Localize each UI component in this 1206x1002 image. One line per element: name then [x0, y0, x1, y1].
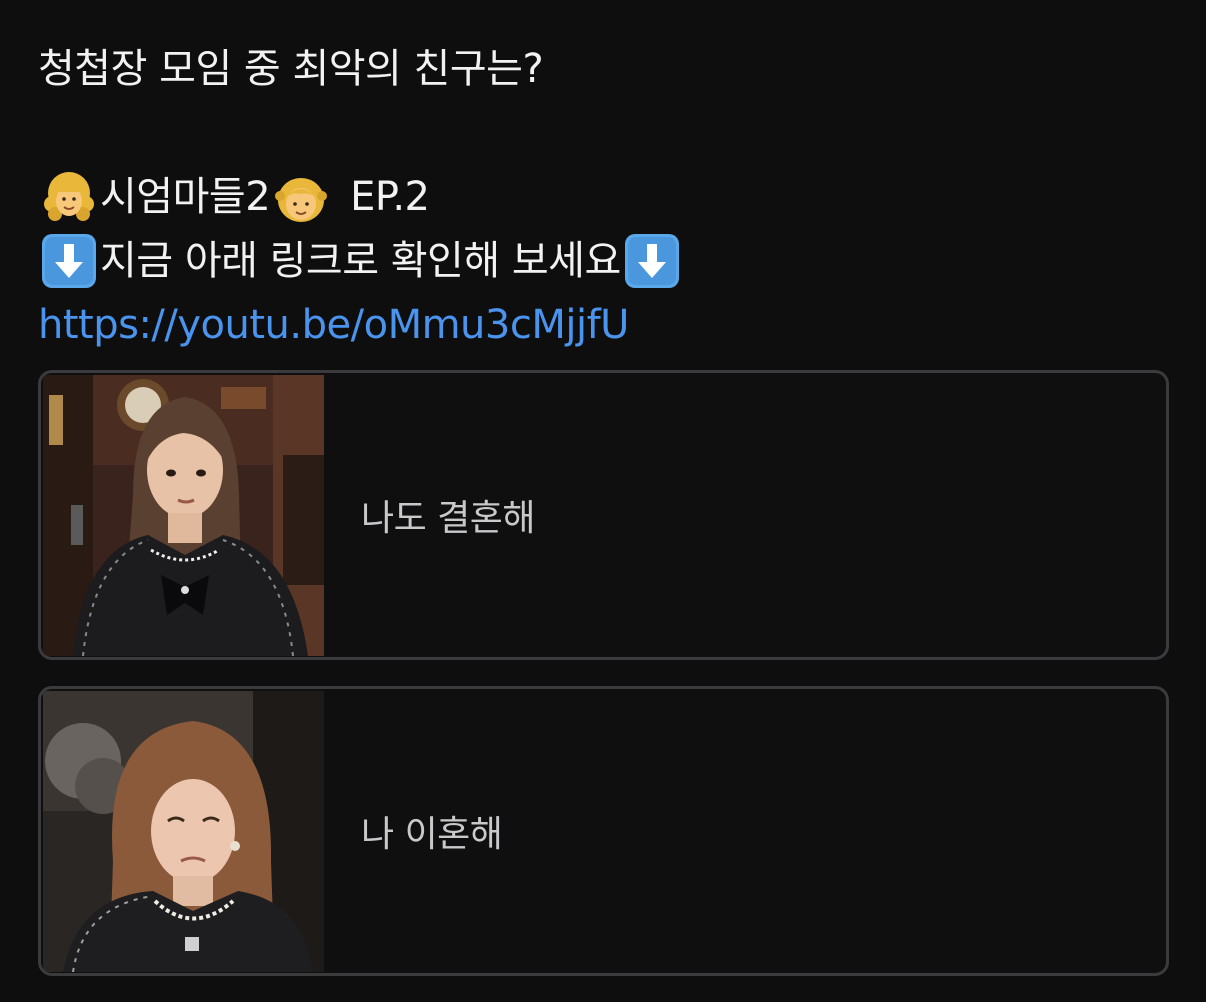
down-arrow-emoji	[38, 230, 100, 292]
cta-text: 지금 아래 링크로 확인해 보세요	[100, 238, 621, 284]
woman-curly-hair-emoji	[38, 166, 100, 228]
line-spacer	[38, 100, 1168, 166]
poll-option-2[interactable]: 나 이혼해	[38, 686, 1169, 976]
poll-option-label: 나도 결혼해	[361, 498, 536, 539]
post-body: 청첩장 모임 중 최악의 친구는? 시엄마들2 EP.2 지금 아래 링크로 확…	[38, 38, 1168, 356]
poll-option-1[interactable]: 나도 결혼해	[38, 370, 1169, 660]
post-title: 청첩장 모임 중 최악의 친구는?	[38, 46, 544, 92]
youtube-link[interactable]: https://youtu.be/oMmu3cMjjfU	[38, 294, 1168, 356]
woman-startled-thumbnail	[43, 375, 324, 656]
post-line-series: 시엄마들2 EP.2	[38, 166, 1168, 228]
post-line-cta: 지금 아래 링크로 확인해 보세요	[38, 228, 1168, 294]
episode-label: EP.2	[350, 174, 430, 220]
poll-option-label: 나 이혼해	[361, 814, 503, 855]
series-title: 시엄마들2	[100, 174, 271, 220]
down-arrow-emoji	[621, 230, 683, 292]
woman-wincing-thumbnail	[43, 691, 324, 972]
girl-emoji	[270, 166, 332, 228]
